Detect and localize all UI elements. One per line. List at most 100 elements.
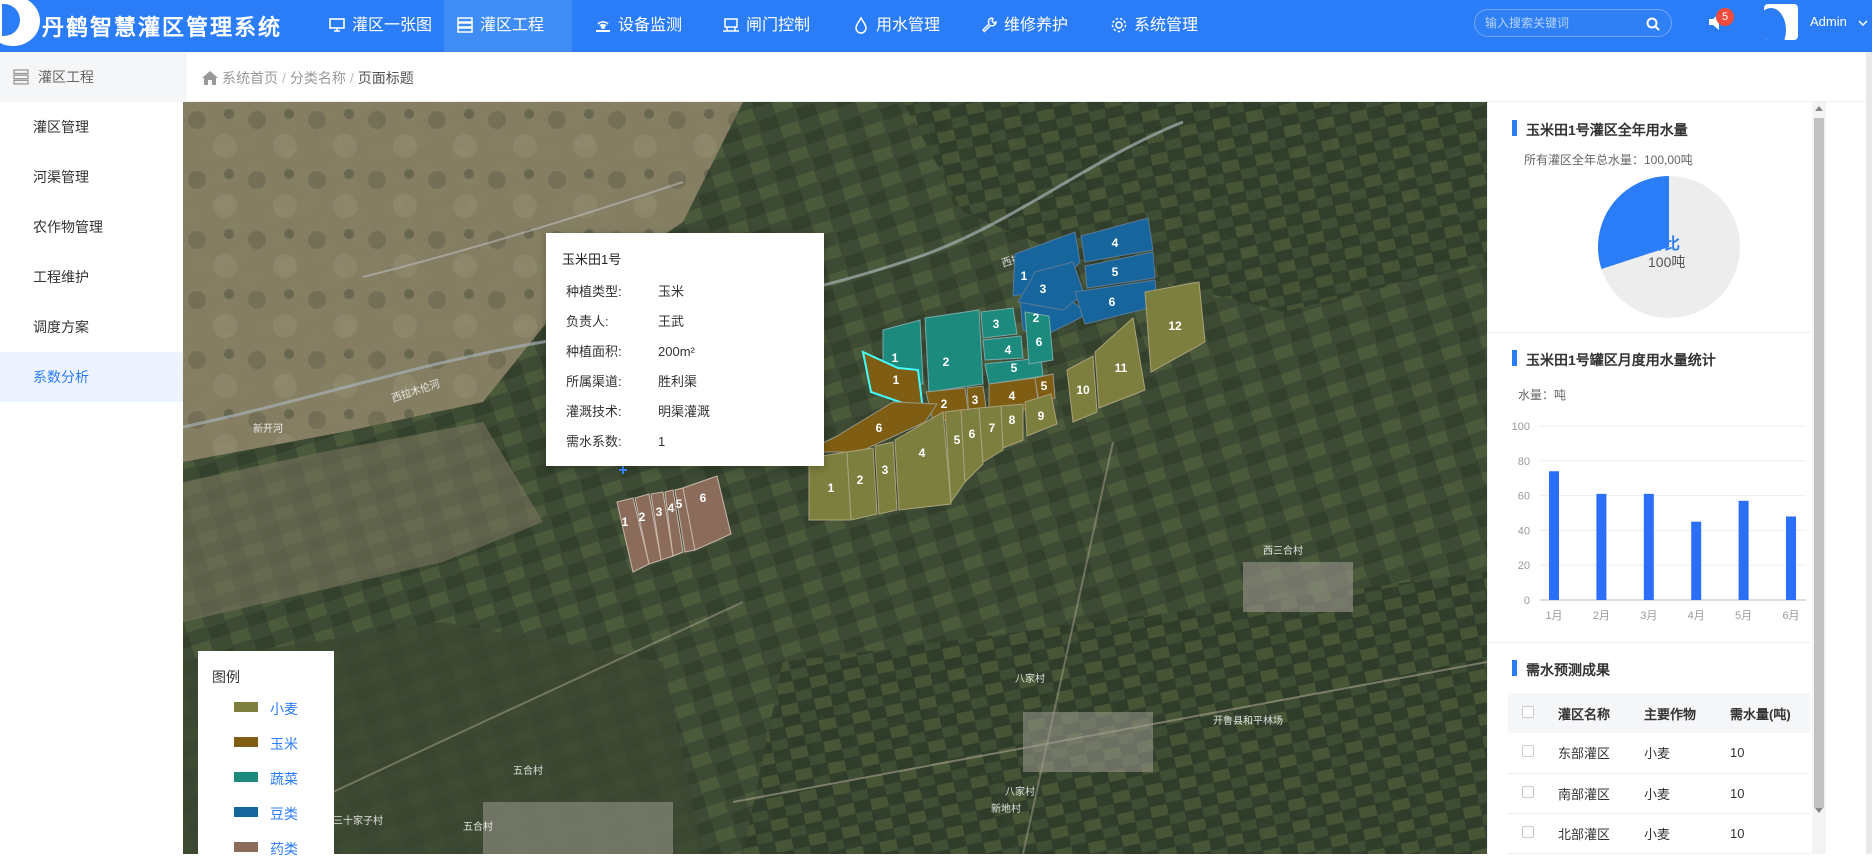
field-label: 5 [1011, 361, 1018, 375]
column-header[interactable]: 灌区名称 [1558, 693, 1644, 733]
field-label: 3 [972, 393, 979, 407]
popup-row: 需水系数: 1 [566, 431, 806, 450]
breadcrumb-category[interactable]: 分类名称 [290, 70, 346, 86]
scroll-up-icon[interactable] [1815, 106, 1823, 111]
nav-water-management[interactable]: 用水管理 [840, 0, 954, 52]
legend-label: 豆类 [270, 806, 298, 822]
popup-value: 玉米 [658, 284, 685, 299]
legend-label: 小麦 [270, 701, 298, 717]
field-veg-4[interactable] [982, 335, 1024, 361]
nav-label: 用水管理 [876, 17, 941, 34]
bar[interactable] [1738, 500, 1749, 600]
village-label: 开鲁县和平林场 [1213, 714, 1283, 727]
legend-swatch [234, 702, 258, 712]
table-row[interactable]: 东部灌区 小麦 10 [1508, 733, 1810, 774]
field-label: 1 [893, 373, 900, 387]
page-scrollbar[interactable] [1866, 52, 1872, 854]
field-label: 4 [1009, 389, 1016, 403]
table-row[interactable]: 北部灌区 小麦 10 [1508, 813, 1810, 854]
popup-row: 种植类型: 玉米 [566, 281, 806, 300]
nav-label: 系统管理 [1134, 17, 1199, 34]
bar[interactable] [1596, 493, 1607, 600]
table-cell: 10 [1730, 773, 1810, 814]
table-row[interactable]: 南部灌区 小麦 10 [1508, 773, 1810, 814]
avatar[interactable] [1764, 4, 1798, 40]
row-checkbox[interactable] [1522, 825, 1534, 838]
y-tick-label: 80 [1518, 456, 1530, 468]
field-label: 1 [1021, 269, 1028, 283]
nav-label: 闸门控制 [746, 17, 811, 34]
sidebar-item-irrigation-management[interactable]: 灌区管理 [0, 102, 185, 152]
chart-unit-label: 水量：吨 [1518, 388, 1567, 402]
popup-value: 1 [658, 434, 666, 449]
sidebar-item-engineering-maintenance[interactable]: 工程维护 [0, 252, 185, 302]
search-input[interactable] [1485, 14, 1635, 32]
brand[interactable]: 丹鹤智慧灌区管理系统 [0, 0, 310, 52]
row-select-cell [1508, 733, 1558, 774]
logo-icon [0, 0, 40, 46]
x-tick-label: 6月 [1782, 610, 1799, 622]
map-canvas[interactable]: 西拉木伦河 西拉木伦河 新开河 西三合村 八家村 八家村 新地村 五合村 五合村… [183, 102, 1487, 854]
table-cell: 10 [1730, 813, 1810, 854]
home-icon[interactable] [202, 71, 218, 85]
search-box[interactable] [1474, 9, 1672, 37]
nav-map-overview[interactable]: 灌区一张图 [316, 0, 446, 52]
pie-panel-title: 玉米田1号灌区全年用水量 [1512, 120, 1688, 140]
table-cell: 小麦 [1644, 813, 1730, 854]
select-all-checkbox[interactable] [1522, 705, 1534, 718]
user-name[interactable]: Admin [1810, 14, 1847, 29]
x-tick-label: 5月 [1735, 610, 1752, 622]
field-label: 7 [989, 421, 996, 435]
sidebar-item-coefficient-analysis[interactable]: 系数分析 [0, 352, 186, 402]
field-veg-2[interactable] [924, 309, 984, 393]
field-wheat-3[interactable] [874, 441, 898, 515]
breadcrumb-separator: / [349, 70, 354, 86]
wrench-icon [982, 17, 997, 33]
nav-maintenance[interactable]: 维修养护 [968, 0, 1082, 52]
chevron-down-icon[interactable] [1858, 18, 1868, 28]
popup-key: 需水系数: [566, 434, 622, 449]
bar[interactable] [1549, 471, 1559, 600]
nav-label: 维修养护 [1004, 17, 1069, 34]
search-icon[interactable] [1645, 16, 1661, 32]
river-label: 新开河 [253, 422, 283, 435]
nav-device-monitoring[interactable]: 设备监测 [582, 0, 696, 52]
field-label: 12 [1168, 319, 1182, 333]
legend-swatch [234, 842, 258, 852]
bar[interactable] [1691, 521, 1702, 600]
popup-row: 负责人: 王武 [566, 311, 806, 330]
field-label: 1 [828, 481, 835, 495]
row-checkbox[interactable] [1522, 745, 1534, 758]
nav-gate-control[interactable]: 闸门控制 [710, 0, 824, 52]
y-tick-label: 40 [1518, 525, 1530, 537]
field-label: 2 [943, 355, 950, 369]
sidebar-item-dispatch-plan[interactable]: 调度方案 [0, 302, 185, 352]
popup-value: 明渠灌溉 [658, 404, 711, 419]
sidebar-item-canal-management[interactable]: 河渠管理 [0, 152, 185, 202]
scrollbar-thumb[interactable] [1814, 118, 1824, 808]
table-cell: 小麦 [1644, 733, 1730, 774]
field-label: 2 [1033, 311, 1040, 325]
breadcrumb-home[interactable]: 系统首页 [222, 70, 278, 86]
popup-title: 玉米田1号 [562, 252, 622, 267]
nav-label: 灌区工程 [480, 17, 545, 34]
field-info-popup[interactable]: 玉米田1号 种植类型: 玉米 负责人: 王武 种植面积: 200m² 所属渠道: 胜利渠… [546, 233, 824, 466]
nav-irrigation-engineering[interactable]: 灌区工程 [444, 0, 572, 52]
right-panel-scrollbar[interactable] [1812, 102, 1826, 854]
bar[interactable] [1643, 493, 1654, 600]
column-header[interactable]: 主要作物 [1644, 693, 1730, 733]
satellite-map[interactable]: 西拉木伦河 西拉木伦河 新开河 西三合村 八家村 八家村 新地村 五合村 五合村… [183, 102, 1487, 854]
nav-system-management[interactable]: 系统管理 [1098, 0, 1212, 52]
village-label: 西三合村 [1263, 544, 1303, 557]
village-label: 八家村 [1015, 672, 1045, 685]
scroll-down-icon[interactable] [1815, 808, 1823, 813]
column-header[interactable]: 需水量(吨) [1730, 693, 1810, 733]
village-area [1023, 712, 1153, 772]
bar[interactable] [1786, 516, 1796, 600]
signal-icon [596, 21, 610, 32]
row-checkbox[interactable] [1522, 785, 1534, 798]
sidebar-item-crop-management[interactable]: 农作物管理 [0, 202, 185, 252]
y-tick-label: 60 [1518, 491, 1530, 503]
table-cell: 小麦 [1644, 773, 1730, 814]
nav-label: 灌区一张图 [352, 17, 433, 34]
